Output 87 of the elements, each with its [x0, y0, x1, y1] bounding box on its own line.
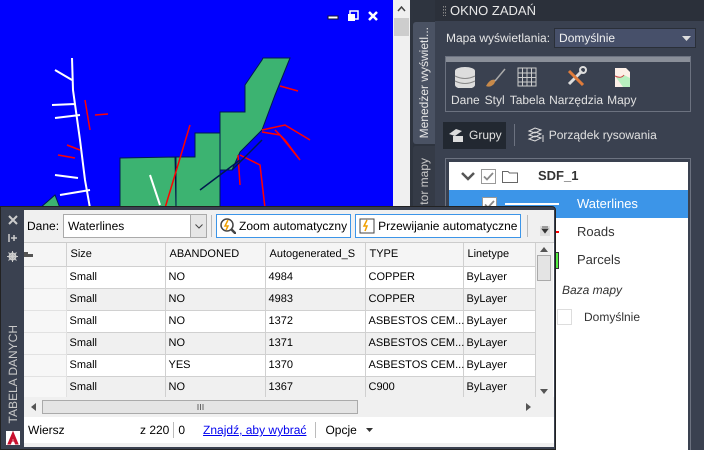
tool-button[interactable]: Dane — [451, 66, 480, 109]
table-cell: ByLayer — [463, 266, 535, 288]
restore-icon[interactable] — [347, 10, 359, 22]
chevron-down-icon[interactable] — [461, 172, 475, 180]
tool-button[interactable]: Mapy — [607, 66, 636, 109]
display-map-dropdown[interactable]: Domyślnie — [554, 28, 696, 48]
source-dropdown[interactable]: Waterlines — [63, 214, 208, 238]
table-cell: NO — [165, 332, 265, 354]
toolbar-button[interactable]: Zoom automatyczny — [216, 214, 352, 238]
legend-swatch — [557, 308, 572, 324]
field-label: Mapa wyświetlania: — [446, 30, 550, 47]
close-icon[interactable] — [8, 215, 18, 225]
scroll-thumb[interactable] — [394, 18, 409, 36]
overflow-icon[interactable] — [540, 226, 550, 236]
table-cell: 1370 — [265, 354, 365, 376]
table-cell: 1371 — [265, 332, 365, 354]
column-header[interactable]: Size — [66, 243, 165, 266]
table-cell: 4984 — [265, 266, 365, 288]
row-label: Wiersz — [27, 422, 64, 439]
table-cell: ASBESTOS CEM... — [365, 354, 463, 376]
table-cell: COPPER — [365, 288, 463, 310]
style-icon — [484, 66, 506, 88]
table-cell: ASBESTOS CEM... — [365, 310, 463, 332]
table-cell: NO — [165, 310, 265, 332]
selected-count: 0 — [178, 422, 186, 439]
column-header[interactable]: Linetype — [463, 243, 535, 266]
table-icon — [516, 66, 538, 88]
layers-icon — [526, 127, 544, 143]
scroll-thumb[interactable] — [42, 400, 358, 414]
app-logo-icon — [6, 431, 20, 445]
table-cell: 1372 — [265, 310, 365, 332]
caret-icon — [194, 224, 203, 228]
view-tab[interactable]: Porządek rysowania — [522, 122, 661, 148]
options-button[interactable]: Opcje — [325, 421, 373, 439]
scrollbar[interactable] — [536, 243, 552, 397]
scroll-up-icon[interactable] — [397, 6, 406, 12]
table-cell: 4983 — [265, 288, 365, 310]
scroll-right-icon — [526, 402, 531, 410]
table-cell: ByLayer — [463, 354, 535, 376]
column-header[interactable]: ABANDONED — [165, 243, 265, 266]
table-cell: YES — [165, 354, 265, 376]
find-link[interactable]: Znajdź, aby wybrać — [203, 421, 306, 439]
grip-icon — [196, 404, 204, 410]
side-tab[interactable]: Menedżer wyświetl... — [413, 22, 435, 144]
caret-icon — [366, 428, 373, 432]
group-name: SDF_1 — [538, 167, 578, 186]
toolbar-button[interactable]: Przewijanie automatyczne — [355, 214, 522, 238]
table-cell: COPPER — [365, 266, 463, 288]
scroll-up-icon — [540, 247, 548, 252]
select-all-icon — [24, 252, 33, 257]
scroll-left-icon — [31, 402, 36, 410]
column-header[interactable]: Autogenerated_S — [265, 243, 365, 266]
pin-icon[interactable] — [8, 233, 18, 243]
table-cell: Small — [66, 310, 165, 332]
table-cell: NO — [165, 288, 265, 310]
table-cell: ByLayer — [463, 288, 535, 310]
folder-icon — [502, 170, 518, 182]
table-cell: Small — [66, 354, 165, 376]
panel-title: TABELA DANYCH — [4, 324, 20, 423]
scroll-thumb[interactable] — [537, 255, 551, 281]
caret-icon — [682, 36, 692, 40]
column-header[interactable]: TYPE — [365, 243, 463, 266]
scroll-down-icon — [540, 389, 548, 394]
table-cell: ByLayer — [463, 310, 535, 332]
pane-title: OKNO ZADAŃ — [450, 2, 536, 20]
tools-icon — [565, 66, 588, 88]
section-title: Baza mapy — [562, 282, 622, 298]
scrollbar[interactable] — [393, 0, 410, 208]
view-tab[interactable]: Grupy — [443, 122, 506, 148]
data-icon — [454, 66, 476, 88]
table-cell: Small — [66, 266, 165, 288]
zoom-icon — [220, 218, 236, 234]
gear-icon[interactable] — [7, 251, 18, 262]
base-map-name[interactable]: Domyślnie — [584, 308, 640, 326]
table-cell: Small — [66, 332, 165, 354]
tool-button[interactable]: Tabela — [510, 66, 546, 109]
lightning-icon — [359, 218, 376, 234]
table-cell: NO — [165, 266, 265, 288]
tool-button[interactable]: Styl — [484, 66, 506, 109]
row-total: z 220 — [140, 422, 170, 439]
tool-button[interactable]: Narzędzia — [549, 66, 604, 109]
checkbox[interactable] — [481, 168, 496, 184]
table-cell: Small — [66, 288, 165, 310]
table-cell: ByLayer — [463, 332, 535, 354]
table-cell: ASBESTOS CEM... — [365, 332, 463, 354]
field-label: Dane: — [27, 218, 60, 235]
group-icon — [447, 127, 464, 143]
